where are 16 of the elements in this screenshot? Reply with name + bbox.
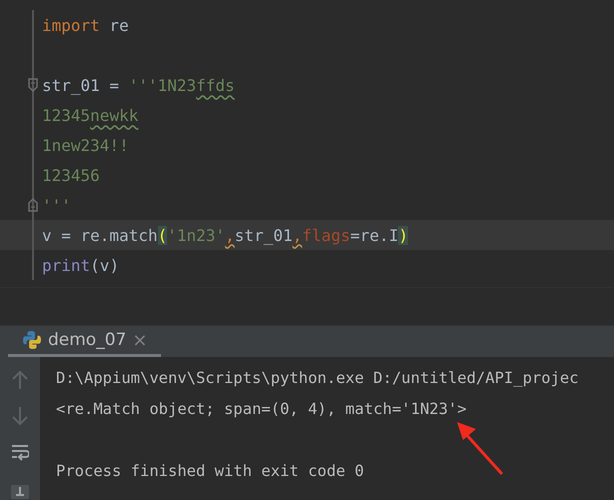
up-arrow-icon[interactable] <box>11 369 29 391</box>
console-line: <re.Match object; span=(0, 4), match='1N23'> <box>56 399 468 420</box>
fold-icon[interactable] <box>28 198 38 212</box>
code-line: v = re.match('1n23',str_01,flags=re.I) <box>41 226 408 244</box>
code-line: 123456 <box>41 166 100 184</box>
code-line: str_01 = '''1N23ffds <box>41 76 235 94</box>
code-line: ''' <box>41 196 71 214</box>
code-line: import re <box>41 16 129 34</box>
code-line: 1new234!! <box>41 136 129 154</box>
code-line: print(v) <box>41 256 120 274</box>
python-icon <box>22 330 42 350</box>
fold-icon[interactable] <box>28 78 38 92</box>
down-arrow-icon[interactable] <box>11 405 29 427</box>
code-line: 12345newkk <box>41 106 138 124</box>
console-line: D:\Appium\venv\Scripts\python.exe D:/untitled/API_projec <box>56 368 579 389</box>
console-line: Process finished with exit code 0 <box>56 461 365 482</box>
